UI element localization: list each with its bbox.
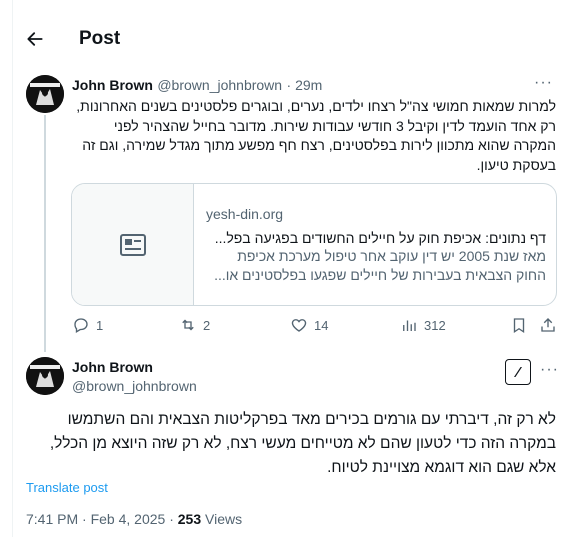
bookmark-button[interactable] bbox=[510, 316, 528, 334]
reply-tweet-header: John Brown @brown_johnbrown · 29m bbox=[72, 77, 322, 95]
post-meta: 7:41 PM · Feb 4, 2025 · 253 Views bbox=[26, 511, 242, 527]
grok-button[interactable]: ⁄ bbox=[505, 359, 531, 385]
views-count: 253 bbox=[177, 511, 202, 527]
avatar-image bbox=[26, 357, 64, 395]
card-domain: yesh-din.org bbox=[206, 206, 284, 222]
bookmark-icon bbox=[513, 318, 525, 334]
arrow-left-icon bbox=[27, 32, 43, 46]
avatar-image bbox=[26, 75, 64, 113]
more-options-button[interactable]: ··· bbox=[540, 361, 559, 379]
page-title: Post bbox=[79, 28, 121, 49]
main-avatar[interactable] bbox=[26, 357, 64, 395]
post-time[interactable]: · 29m bbox=[287, 77, 323, 93]
author-name[interactable]: John Brown bbox=[72, 359, 197, 375]
card-description: מאז שנת 2005 יש דין עוקב אחר טיפול מערכת… bbox=[214, 248, 546, 283]
main-tweet-author: John Brown @brown_johnbrown bbox=[72, 359, 197, 394]
more-options-button[interactable]: ··· bbox=[534, 74, 553, 92]
share-icon bbox=[541, 318, 555, 332]
back-button[interactable] bbox=[22, 26, 48, 52]
views-count: 312 bbox=[424, 317, 446, 333]
repost-count: 2 bbox=[203, 317, 211, 333]
reply-icon bbox=[74, 318, 88, 333]
share-button[interactable] bbox=[539, 316, 557, 334]
like-button[interactable]: 14 bbox=[290, 316, 328, 334]
reply-count: 1 bbox=[96, 317, 104, 333]
action-bar: 1 2 14 312 bbox=[72, 316, 562, 338]
main-tweet-text: לא רק זה, דיברתי עם גורמים בכירים מאד בפ… bbox=[49, 411, 556, 476]
heart-icon bbox=[291, 319, 307, 332]
avatar[interactable] bbox=[26, 75, 64, 113]
more-icon: ··· bbox=[534, 74, 553, 91]
more-icon: ··· bbox=[540, 361, 559, 378]
views-button[interactable]: 312 bbox=[400, 316, 446, 334]
repost-button[interactable]: 2 bbox=[179, 316, 210, 334]
article-icon bbox=[119, 233, 146, 256]
post-header: Post bbox=[12, 16, 572, 64]
repost-icon bbox=[182, 319, 194, 331]
link-card[interactable]: yesh-din.org דף נתונים: אכיפת חוק על חיי… bbox=[71, 183, 557, 306]
thread-connector bbox=[44, 115, 46, 352]
views-label: Views bbox=[201, 511, 243, 527]
analytics-icon bbox=[403, 320, 416, 331]
translate-link[interactable]: Translate post bbox=[26, 480, 108, 495]
author-name[interactable]: John Brown bbox=[72, 77, 153, 93]
reply-tweet-text: למרות שמאות חמושי צה"ל רצחו ילדים, נערים… bbox=[76, 98, 556, 173]
author-handle[interactable]: @brown_johnbrown bbox=[157, 77, 282, 93]
author-handle[interactable]: @brown_johnbrown bbox=[72, 378, 197, 394]
card-thumbnail bbox=[72, 184, 194, 305]
reply-button[interactable]: 1 bbox=[72, 316, 103, 334]
card-title: דף נתונים: אכיפת חוק על חיילים החשודים ב… bbox=[214, 230, 546, 246]
grok-icon: ⁄ bbox=[516, 363, 520, 381]
like-count: 14 bbox=[314, 317, 329, 333]
post-timestamp[interactable]: 7:41 PM · Feb 4, 2025 · bbox=[26, 511, 178, 527]
